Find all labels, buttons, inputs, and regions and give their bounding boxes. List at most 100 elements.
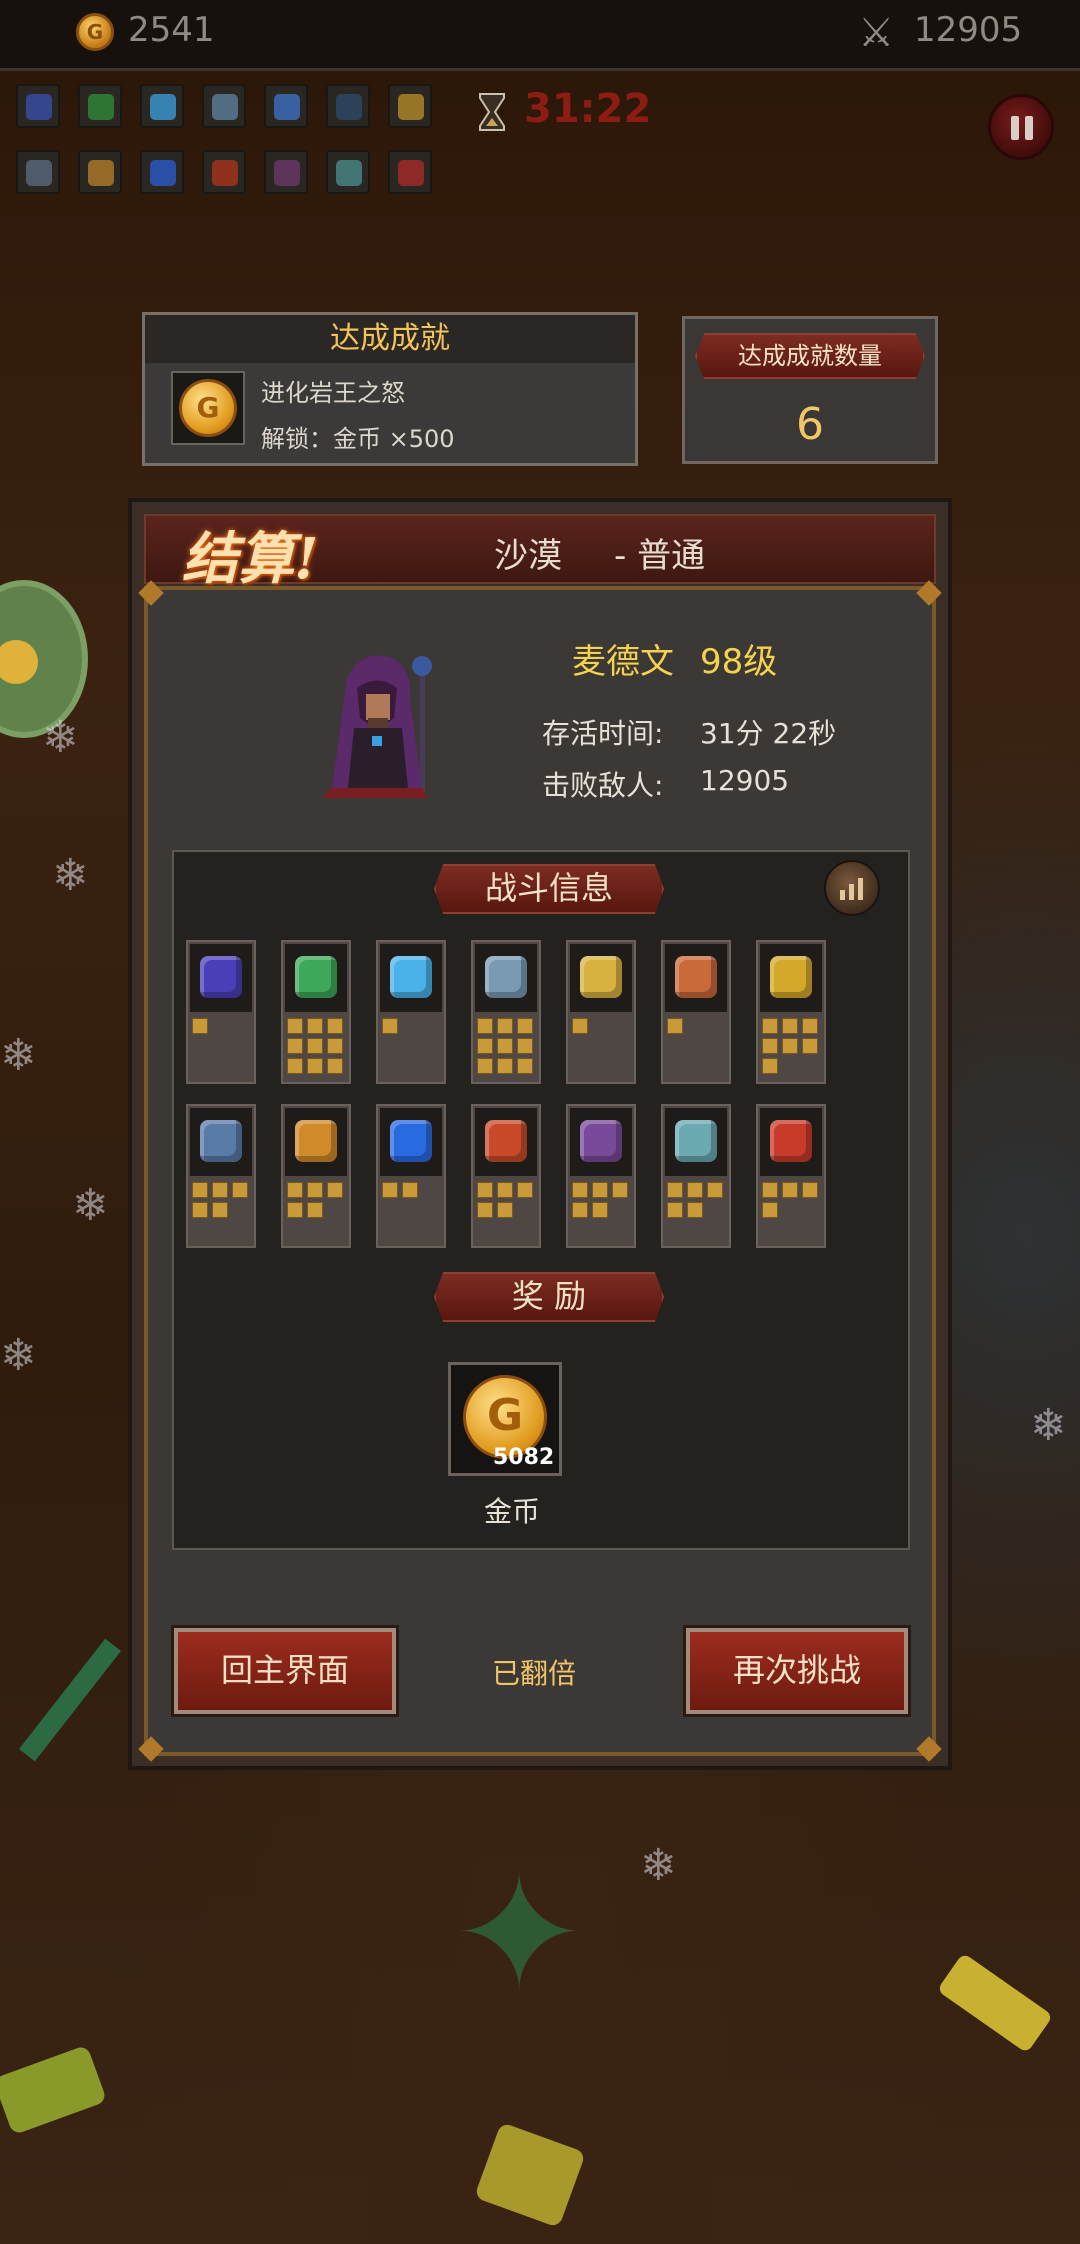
reward-item[interactable]: G 5082	[448, 1362, 562, 1476]
reward-amount: 5082	[493, 1445, 555, 1470]
passive-card-helmet[interactable]	[756, 1104, 826, 1248]
level-pip	[477, 1038, 493, 1054]
pause-button[interactable]	[988, 94, 1054, 160]
passive-card-tome[interactable]	[566, 1104, 636, 1248]
level-pips	[762, 1182, 824, 1218]
hero-name: 麦德文	[572, 642, 674, 682]
level-pip	[802, 1038, 818, 1054]
timer: 31:22	[524, 86, 652, 132]
result-body: 麦德文 98级 存活时间: 31分 22秒 击败敌人: 12905 战斗信息 奖…	[138, 580, 942, 1762]
weapon-slot-shuriken-icon	[78, 84, 122, 128]
result-header: 结算! 沙漠 - 普通	[144, 514, 936, 592]
level-pip	[762, 1182, 778, 1198]
level-pips	[667, 1018, 729, 1034]
level-pip	[307, 1202, 323, 1218]
weapon-card-hammer[interactable]	[566, 940, 636, 1084]
level-pip	[327, 1058, 343, 1074]
axe-projectile-icon	[936, 1952, 1054, 2054]
tome-icon	[580, 1120, 622, 1162]
level-pip	[287, 1058, 303, 1074]
achievement-unlock: 解锁：金币 ×500	[261, 425, 455, 453]
level-pip	[667, 1202, 683, 1218]
gold-count: 2541	[128, 10, 215, 50]
level-pips	[572, 1182, 634, 1218]
ring-icon	[390, 1120, 432, 1162]
necklace-icon	[675, 1120, 717, 1162]
level-pip	[327, 1182, 343, 1198]
gold-coin-icon: G	[76, 13, 114, 51]
passive-card-armor[interactable]	[281, 1104, 351, 1248]
weapon-card-blade[interactable]	[661, 940, 731, 1084]
kills-value: 12905	[700, 764, 790, 797]
level-pip	[307, 1058, 323, 1074]
weapon-card-claw[interactable]	[186, 940, 256, 1084]
level-pip	[802, 1018, 818, 1034]
level-pips	[192, 1018, 254, 1034]
snowflake-icon: ❄	[52, 850, 89, 901]
result-panel: 结算! 沙漠 - 普通 麦德文 98级 存活时间: 31分 22秒 击败敌人: …	[128, 498, 952, 1770]
level-pip	[382, 1018, 398, 1034]
passive-slot-armor-icon	[78, 150, 122, 194]
achievement-name: 进化岩王之怒	[261, 379, 405, 407]
level-pip	[517, 1182, 533, 1198]
axe-icon	[485, 956, 527, 998]
level-pip	[477, 1182, 493, 1198]
snowflake-icon: ❄	[1030, 1400, 1067, 1451]
crystal-wing-icon	[390, 956, 432, 998]
level-pip	[592, 1202, 608, 1218]
achievement-count: 6	[796, 399, 824, 450]
gold-coin-icon: G	[179, 379, 237, 437]
level-pip	[497, 1058, 513, 1074]
snowflake-icon: ❄	[72, 1180, 109, 1231]
battle-info-title: 战斗信息	[434, 864, 664, 914]
passive-slot-necklace-icon	[326, 150, 370, 194]
kills-label: 击败敌人:	[542, 769, 664, 802]
snowflake-icon: ❄	[0, 1330, 37, 1381]
level-pip	[287, 1202, 303, 1218]
level-pip	[707, 1182, 723, 1198]
achievement-count-label: 达成成就数量	[695, 333, 925, 379]
weapon-card-skull-flask[interactable]	[756, 940, 826, 1084]
stage-name: 沙漠	[494, 536, 562, 576]
weapon-card-crystal-wing[interactable]	[376, 940, 446, 1084]
level-pip	[687, 1182, 703, 1198]
level-pip	[477, 1018, 493, 1034]
level-pip	[762, 1038, 778, 1054]
achievement-popup: 达成成就 G 进化岩王之怒 解锁：金币 ×500	[142, 312, 638, 466]
weapon-slot-crystal-wing-icon	[140, 84, 184, 128]
level-pip	[592, 1182, 608, 1198]
level-pip	[572, 1182, 588, 1198]
level-pip	[782, 1038, 798, 1054]
hammer-icon	[580, 956, 622, 998]
axe-projectile-icon	[0, 2044, 108, 2136]
passive-card-gauntlet[interactable]	[471, 1104, 541, 1248]
weapon-card-shuriken[interactable]	[281, 940, 351, 1084]
weapon-card-axe[interactable]	[471, 940, 541, 1084]
level-pip	[307, 1038, 323, 1054]
level-pip	[307, 1018, 323, 1034]
reward-label: 金币	[484, 1495, 541, 1528]
shuriken-icon	[295, 956, 337, 998]
level-pip	[667, 1018, 683, 1034]
stage-difficulty: - 普通	[614, 536, 706, 576]
chart-icon[interactable]	[824, 860, 880, 916]
doubled-label: 已翻倍	[492, 1657, 577, 1690]
level-pip	[192, 1202, 208, 1218]
weapon-slot-axe-icon	[202, 84, 246, 128]
crystal-projectile	[19, 1638, 121, 1762]
result-title: 结算!	[182, 526, 319, 592]
crossed-swords-icon: ⚔	[858, 10, 894, 56]
level-pip	[192, 1182, 208, 1198]
level-pips	[477, 1182, 539, 1218]
passive-card-urn[interactable]	[186, 1104, 256, 1248]
level-pip	[327, 1018, 343, 1034]
hero-portrait	[292, 638, 462, 808]
shuriken-projectile-icon: ✦	[452, 1840, 587, 2027]
retry-button[interactable]: 再次挑战	[683, 1625, 911, 1717]
kill-count: 12905	[914, 10, 1023, 50]
passive-card-ring[interactable]	[376, 1104, 446, 1248]
main-menu-button[interactable]: 回主界面	[171, 1625, 399, 1717]
passive-card-necklace[interactable]	[661, 1104, 731, 1248]
level-pips	[762, 1018, 824, 1074]
survival-time-label: 存活时间:	[542, 717, 664, 750]
